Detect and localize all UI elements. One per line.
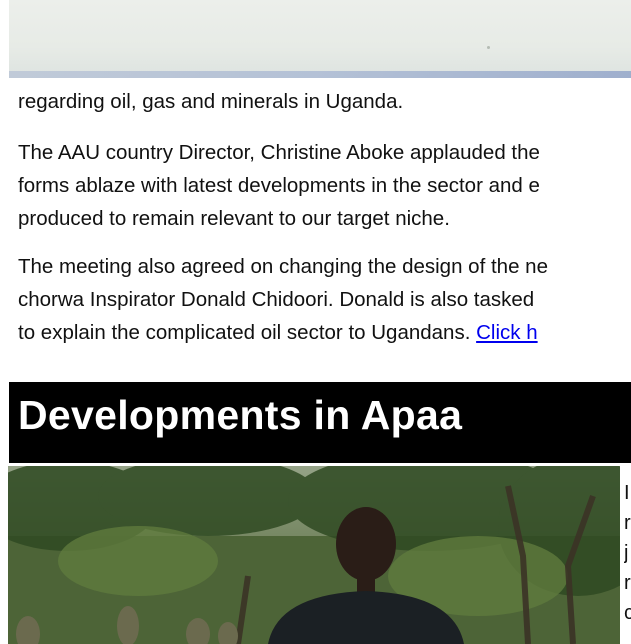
text-fragment: I <box>624 482 630 504</box>
photo-detail <box>487 46 490 49</box>
header-photo <box>9 0 631 78</box>
paragraph-line: produced to remain relevant to our targe… <box>18 207 450 230</box>
paragraph-line: The AAU country Director, Christine Abok… <box>18 141 540 164</box>
wrapped-text-fragment: I r j r c <box>624 478 631 628</box>
section-banner: Developments in Apaa <box>9 382 631 463</box>
text-fragment: r <box>624 572 631 594</box>
paragraph-3: The meeting also agreed on changing the … <box>18 250 631 349</box>
text-fragment: j <box>624 542 629 564</box>
paragraph-text: to explain the complicated oil sector to… <box>18 321 477 344</box>
paragraph-line: chorwa Inspirator Donald Chidoori. Donal… <box>18 288 535 311</box>
meeting-photo-illustration <box>8 466 620 644</box>
click-here-link[interactable]: Click h <box>476 321 538 344</box>
text-fragment: c <box>624 602 631 624</box>
section-title: Developments in Apaa <box>18 392 463 438</box>
paragraph-line: to explain the complicated oil sector to… <box>18 316 631 349</box>
meeting-photo <box>8 466 620 644</box>
paragraph-2: The AAU country Director, Christine Abok… <box>18 136 631 235</box>
text-fragment: r <box>624 512 631 534</box>
paragraph-1: regarding oil, gas and minerals in Ugand… <box>18 85 631 118</box>
paragraph-line: The meeting also agreed on changing the … <box>18 255 548 278</box>
paragraph-line: regarding oil, gas and minerals in Ugand… <box>18 90 404 113</box>
photo-edge <box>9 71 631 78</box>
paragraph-line: forms ablaze with latest developments in… <box>18 174 540 197</box>
